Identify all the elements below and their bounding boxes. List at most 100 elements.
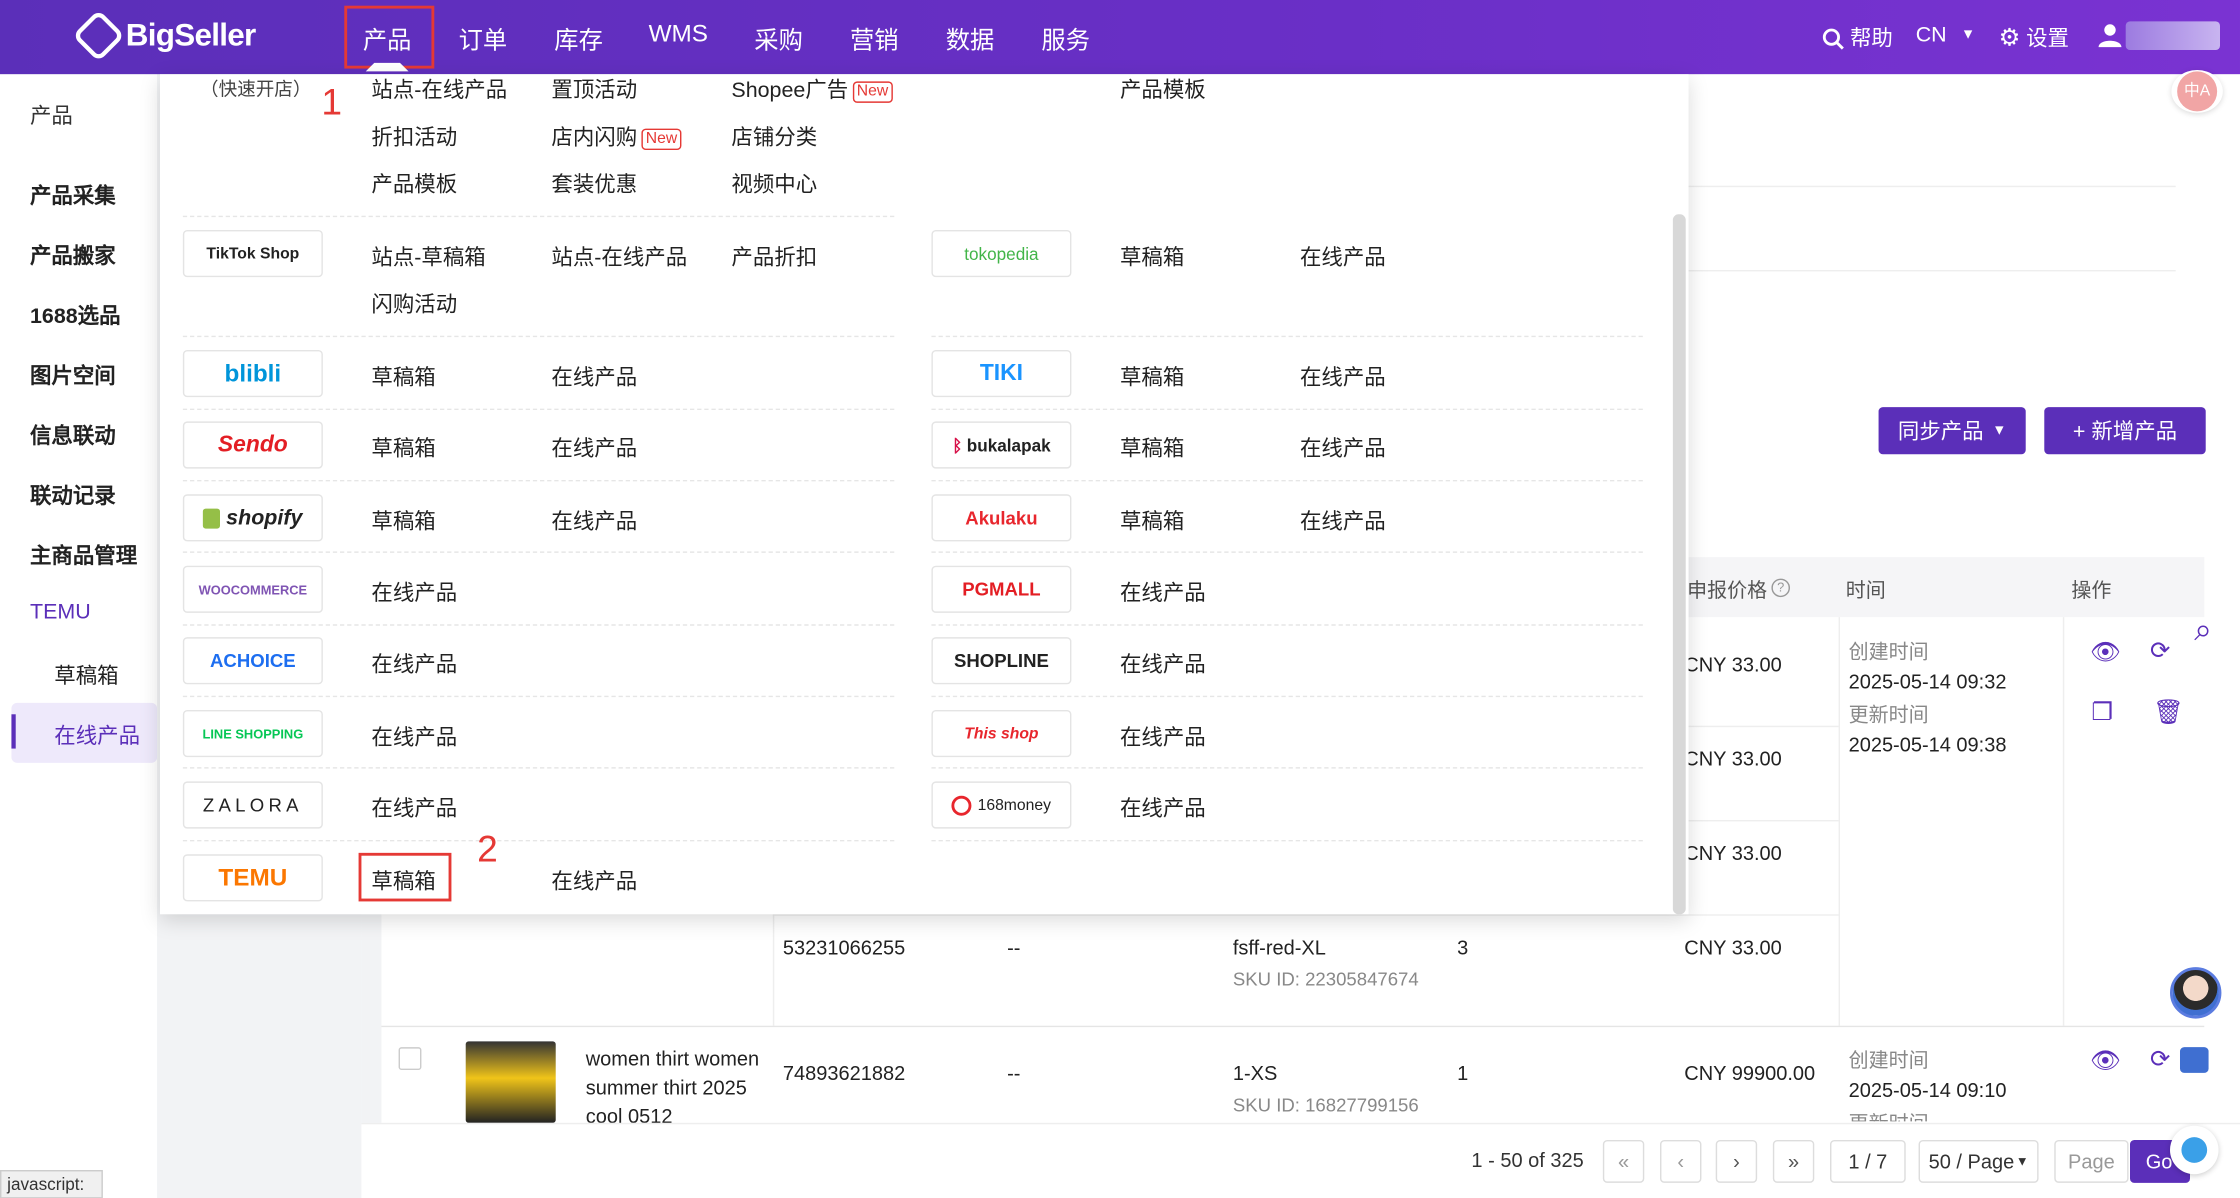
sidebar-item-collect[interactable]: 产品采集 xyxy=(30,180,116,210)
sidebar-item-1688[interactable]: 1688选品 xyxy=(30,300,121,330)
menu-product-template[interactable]: 产品模板 xyxy=(1120,74,1206,104)
sidebar-item-temu-drafts[interactable]: 草稿箱 xyxy=(54,660,118,690)
nav-orders[interactable]: 订单 xyxy=(459,20,508,56)
language-selector[interactable]: CN ▼ xyxy=(1916,23,1975,47)
nav-purchase[interactable]: 采购 xyxy=(754,20,803,56)
menu-sendo-online[interactable]: 在线产品 xyxy=(551,433,637,463)
product-thumbnail[interactable] xyxy=(465,1041,556,1123)
support-avatar-icon[interactable] xyxy=(2169,967,2222,1019)
empty-cell: -- xyxy=(1007,935,1021,959)
help-circle-icon[interactable]: ? xyxy=(1771,578,1790,598)
sidebar-item-move[interactable]: 产品搬家 xyxy=(30,240,116,270)
menu-tokopedia-online[interactable]: 在线产品 xyxy=(1300,241,1386,271)
menu-shopee-flash[interactable]: 店内闪购 New xyxy=(551,121,682,151)
username-blurred xyxy=(2125,21,2220,50)
nav-inventory[interactable]: 库存 xyxy=(554,20,603,56)
menu-shopee-site-online[interactable]: 站点-在线产品 xyxy=(371,74,507,104)
sidebar-item-temu[interactable]: TEMU xyxy=(30,600,91,624)
menu-tokopedia-drafts[interactable]: 草稿箱 xyxy=(1120,241,1184,271)
bukalapak-logo: ᛒ bukalapak xyxy=(931,421,1072,469)
empty-cell: -- xyxy=(1007,1061,1021,1085)
sidebar-item-sync-log[interactable]: 联动记录 xyxy=(30,480,116,510)
menu-shopee-bundle[interactable]: 套装优惠 xyxy=(551,169,637,199)
menu-tiktok-online[interactable]: 站点-在线产品 xyxy=(551,241,687,271)
refresh-icon[interactable]: ⟳ xyxy=(2150,1046,2170,1075)
created-time-value: 2025-05-14 09:10 xyxy=(1848,1078,2007,1102)
menu-bukalapak-online[interactable]: 在线产品 xyxy=(1300,433,1386,463)
floating-search-icon[interactable]: ⌕ xyxy=(2194,611,2212,648)
bigseller-logo[interactable]: BigSeller xyxy=(72,9,256,62)
nav-marketing[interactable]: 营销 xyxy=(850,20,899,56)
delete-trash-icon[interactable]: 🗑 xyxy=(2153,699,2184,728)
menu-tiktok-drafts[interactable]: 站点-草稿箱 xyxy=(371,241,485,271)
menu-shopee-template[interactable]: 产品模板 xyxy=(371,169,457,199)
menu-shopee-discount[interactable]: 折扣活动 xyxy=(371,121,457,151)
menu-shopify-online[interactable]: 在线产品 xyxy=(551,506,637,536)
menu-sendo-drafts[interactable]: 草稿箱 xyxy=(371,433,435,463)
menu-achoice-online[interactable]: 在线产品 xyxy=(371,649,457,679)
row-checkbox[interactable] xyxy=(398,1047,422,1070)
menu-temu-online[interactable]: 在线产品 xyxy=(551,866,637,896)
sidebar-active-indicator xyxy=(11,714,16,749)
prev-page-icon[interactable]: ‹ xyxy=(1659,1139,1702,1183)
user-avatar-icon[interactable] xyxy=(2097,23,2123,49)
sync-products-label: 同步产品 xyxy=(1897,419,1984,445)
menu-shopee-ads[interactable]: Shopee广告 New xyxy=(731,74,893,104)
last-page-icon[interactable]: » xyxy=(1772,1139,1815,1183)
copy-icon[interactable]: ❐ xyxy=(2091,699,2113,728)
per-page-select[interactable]: 50 / Page ▼ xyxy=(1918,1139,2039,1183)
menu-shopee-categories[interactable]: 店铺分类 xyxy=(731,121,817,151)
next-page-icon[interactable]: › xyxy=(1715,1139,1758,1183)
language-label: CN xyxy=(1915,22,1947,48)
nav-wms[interactable]: WMS xyxy=(649,20,708,49)
menu-woocommerce-online[interactable]: 在线产品 xyxy=(371,577,457,607)
nav-products[interactable]: 产品 xyxy=(363,20,412,56)
menu-scrollbar[interactable] xyxy=(1672,214,1686,915)
price-cell: CNY 33.00 xyxy=(1684,935,1782,959)
menu-tiki-drafts[interactable]: 草稿箱 xyxy=(1120,361,1184,391)
chat-icon[interactable] xyxy=(2179,1047,2209,1073)
menu-168money-online[interactable]: 在线产品 xyxy=(1120,793,1206,823)
refresh-icon[interactable]: ⟳ xyxy=(2150,637,2170,666)
nav-active-pointer xyxy=(365,62,409,72)
translate-widget[interactable]: 中A xyxy=(2171,69,2223,113)
sidebar-item-temu-online[interactable]: 在线产品 xyxy=(54,720,140,750)
add-product-button[interactable]: + 新增产品 xyxy=(2044,407,2206,455)
nav-data[interactable]: 数据 xyxy=(946,20,995,56)
view-eye-icon[interactable]: 👁 xyxy=(2090,639,2121,668)
shopify-logo: shopify xyxy=(182,494,323,542)
page-jump-input[interactable]: Page xyxy=(2054,1139,2129,1183)
menu-akulaku-drafts[interactable]: 草稿箱 xyxy=(1120,506,1184,536)
menu-shopify-drafts[interactable]: 草稿箱 xyxy=(371,506,435,536)
variant-cell: fsff-red-XL xyxy=(1232,935,1326,959)
row-divider xyxy=(772,914,1839,916)
menu-tiki-online[interactable]: 在线产品 xyxy=(1300,361,1386,391)
menu-line-shopping-online[interactable]: 在线产品 xyxy=(371,721,457,751)
assistant-widget[interactable] xyxy=(2169,1125,2219,1175)
menu-pgmall-online[interactable]: 在线产品 xyxy=(1120,577,1206,607)
sidebar-item-images[interactable]: 图片空间 xyxy=(30,360,116,390)
menu-tiktok-flash[interactable]: 闪购活动 xyxy=(371,289,457,319)
menu-zalora-online[interactable]: 在线产品 xyxy=(371,793,457,823)
help-link[interactable]: 帮助 xyxy=(1821,23,1893,53)
column-header-actions: 操作 xyxy=(2071,578,2112,602)
menu-divider xyxy=(931,551,1643,553)
menu-akulaku-online[interactable]: 在线产品 xyxy=(1300,506,1386,536)
menu-tiktok-discount[interactable]: 产品折扣 xyxy=(731,241,817,271)
sidebar-item-master-products[interactable]: 主商品管理 xyxy=(30,540,137,570)
first-page-icon[interactable]: « xyxy=(1602,1139,1645,1183)
line-shopping-logo-text: LINE SHOPPING xyxy=(202,726,304,741)
settings-link[interactable]: ⚙ 设置 xyxy=(1999,23,2069,53)
menu-blibli-online[interactable]: 在线产品 xyxy=(551,361,637,391)
nav-service[interactable]: 服务 xyxy=(1041,20,1090,56)
menu-shopline-online[interactable]: 在线产品 xyxy=(1120,649,1206,679)
menu-blibli-drafts[interactable]: 草稿箱 xyxy=(371,361,435,391)
menu-bukalapak-drafts[interactable]: 草稿箱 xyxy=(1120,433,1184,463)
sidebar-item-sync[interactable]: 信息联动 xyxy=(30,420,116,450)
product-title[interactable]: women thirt women summer thirt 2025 cool… xyxy=(586,1044,772,1130)
view-eye-icon[interactable]: 👁 xyxy=(2090,1047,2121,1076)
menu-shopee-video[interactable]: 视频中心 xyxy=(731,169,817,199)
sync-products-button[interactable]: 同步产品 ▼ xyxy=(1878,407,2026,455)
menu-thisshop-online[interactable]: 在线产品 xyxy=(1120,721,1206,751)
menu-shopee-top-activity[interactable]: 置顶活动 xyxy=(551,74,637,104)
